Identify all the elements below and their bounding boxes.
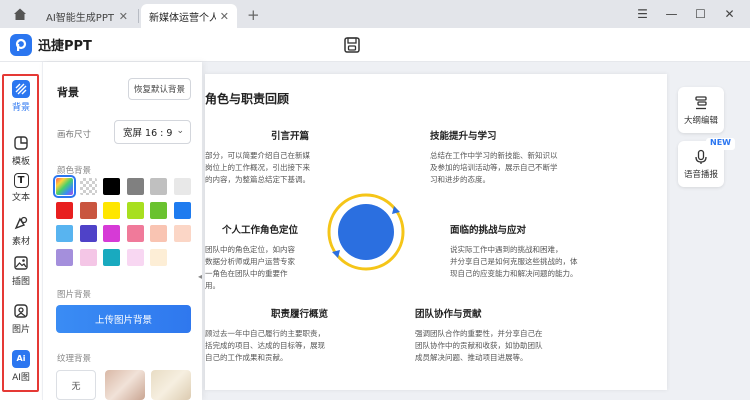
window-controls: ☰ — ☐ ✕	[628, 0, 744, 28]
home-icon	[14, 8, 26, 20]
color-swatch[interactable]	[56, 225, 73, 242]
color-swatch[interactable]	[150, 178, 167, 195]
color-swatch[interactable]	[126, 178, 144, 195]
color-background-label: 颜色背景	[57, 166, 92, 176]
color-swatch[interactable]	[173, 225, 191, 242]
color-swatch[interactable]	[53, 175, 76, 198]
tab-close-icon[interactable]: ✕	[119, 10, 128, 23]
center-ring-graphic	[327, 193, 405, 271]
app-logo	[10, 33, 32, 56]
maximize-icon[interactable]: ☐	[686, 7, 715, 21]
app-name: 迅捷PPT	[38, 39, 92, 54]
texture-swatch[interactable]	[105, 370, 145, 400]
slide-title: 角色与职责回顾	[205, 92, 290, 106]
tab-separator	[138, 9, 139, 23]
new-badge: NEW	[706, 138, 735, 150]
logo-p-icon	[15, 38, 27, 51]
chevron-down-icon: ⌄	[176, 126, 184, 136]
minimize-icon[interactable]: —	[657, 7, 686, 21]
color-swatch[interactable]	[126, 248, 144, 266]
tab-media-ops[interactable]: 新媒体运营个人... ✕	[141, 4, 237, 28]
tab-label: 新媒体运营个人...	[149, 12, 216, 24]
canvas-size-select[interactable]: 宽屏 16 : 9 ⌄	[114, 120, 191, 144]
section-body: 说实际工作中遇到的挑战和困难， 并分享自己是如何克服这些挑战的，体 现自己的应变…	[450, 245, 578, 278]
background-panel: 背景 恢复默认背景 画布尺寸 宽屏 16 : 9 ⌄ 颜色背景 图片背景 上传图…	[42, 62, 202, 400]
tab-close-icon[interactable]: ✕	[220, 10, 229, 23]
color-swatch[interactable]	[173, 178, 191, 195]
color-swatch[interactable]	[56, 248, 73, 266]
title-bar: AI智能生成PPT ✕ 新媒体运营个人... ✕ + ☰ — ☐ ✕	[0, 0, 750, 28]
app-bar: 迅捷PPT	[0, 28, 750, 62]
section-body: 部分，可以简要介绍自己在新媒 岗位上的工作概况，引出接下来 的内容，为整篇总结定…	[205, 151, 310, 184]
close-window-icon[interactable]: ✕	[715, 7, 744, 21]
section-body: 总结在工作中学习的新技能、新知识以 及参加的培训活动等，展示自己不断学 习和进步…	[430, 151, 558, 184]
section-title: 技能提升与学习	[430, 131, 497, 142]
texture-swatch[interactable]	[151, 370, 191, 400]
texture-background-label: 纹理背景	[57, 354, 92, 364]
add-tab-button[interactable]: +	[247, 6, 260, 24]
outline-edit-icon	[695, 95, 707, 109]
color-swatch[interactable]	[126, 225, 144, 242]
microphone-icon	[695, 149, 707, 164]
slide-canvas[interactable]: 角色与职责回顾 引言开篇 部分，可以简要介绍自己在新媒 岗位上的工作概况，引出接…	[205, 74, 667, 390]
menu-icon[interactable]: ☰	[628, 7, 657, 21]
tab-ai-ppt[interactable]: AI智能生成PPT ✕	[38, 4, 136, 28]
color-swatch[interactable]	[150, 225, 167, 242]
section-body: 团队中的角色定位，如内容 数据分析师或用户运营专家 一角色在团队中的重要作 用。	[205, 245, 295, 290]
save-icon[interactable]	[343, 36, 361, 54]
color-swatch[interactable]	[173, 201, 191, 219]
color-swatch[interactable]	[103, 225, 120, 242]
texture-none[interactable]: 无	[56, 370, 96, 400]
outline-edit-button[interactable]: 大纲编辑	[678, 87, 724, 133]
canvas-size-value: 宽屏 16 : 9	[123, 128, 173, 139]
canvas-size-label: 画布尺寸	[57, 130, 92, 140]
color-swatch[interactable]	[103, 248, 120, 266]
color-swatch[interactable]	[79, 248, 97, 266]
section-title: 面临的挑战与应对	[450, 225, 527, 236]
section-body: 强调团队合作的重要性，并分享自己在 团队协作中的贡献和收获，如协助团队 成员解决…	[415, 329, 543, 362]
color-swatch[interactable]	[56, 201, 73, 219]
image-background-label: 图片背景	[57, 290, 92, 300]
color-swatch[interactable]	[126, 201, 144, 219]
color-swatch[interactable]	[150, 201, 167, 219]
section-title: 团队协作与贡献	[415, 309, 482, 320]
panel-title: 背景	[57, 86, 79, 99]
color-swatch[interactable]	[79, 201, 97, 219]
section-title: 引言开篇	[271, 131, 310, 142]
home-button[interactable]	[8, 0, 32, 28]
color-swatch[interactable]	[150, 248, 167, 266]
color-swatch[interactable]	[103, 201, 120, 219]
upload-image-background-button[interactable]: 上传图片背景	[56, 305, 191, 333]
tab-label: AI智能生成PPT	[46, 12, 114, 24]
tool-label: 大纲编辑	[683, 115, 718, 126]
rail-highlight-box	[2, 74, 39, 392]
section-title: 个人工作角色定位	[222, 225, 299, 236]
color-swatch[interactable]	[79, 225, 97, 242]
color-swatch[interactable]	[103, 178, 120, 195]
section-body: 顾过去一年中自己履行的主要职责， 括完成的项目、达成的目标等，展现 自己的工作成…	[205, 329, 325, 362]
reset-background-button[interactable]: 恢复默认背景	[128, 78, 191, 100]
tool-label: 语音播报	[683, 169, 718, 180]
color-swatch[interactable]	[79, 178, 97, 195]
section-title: 职责履行概览	[271, 309, 329, 320]
